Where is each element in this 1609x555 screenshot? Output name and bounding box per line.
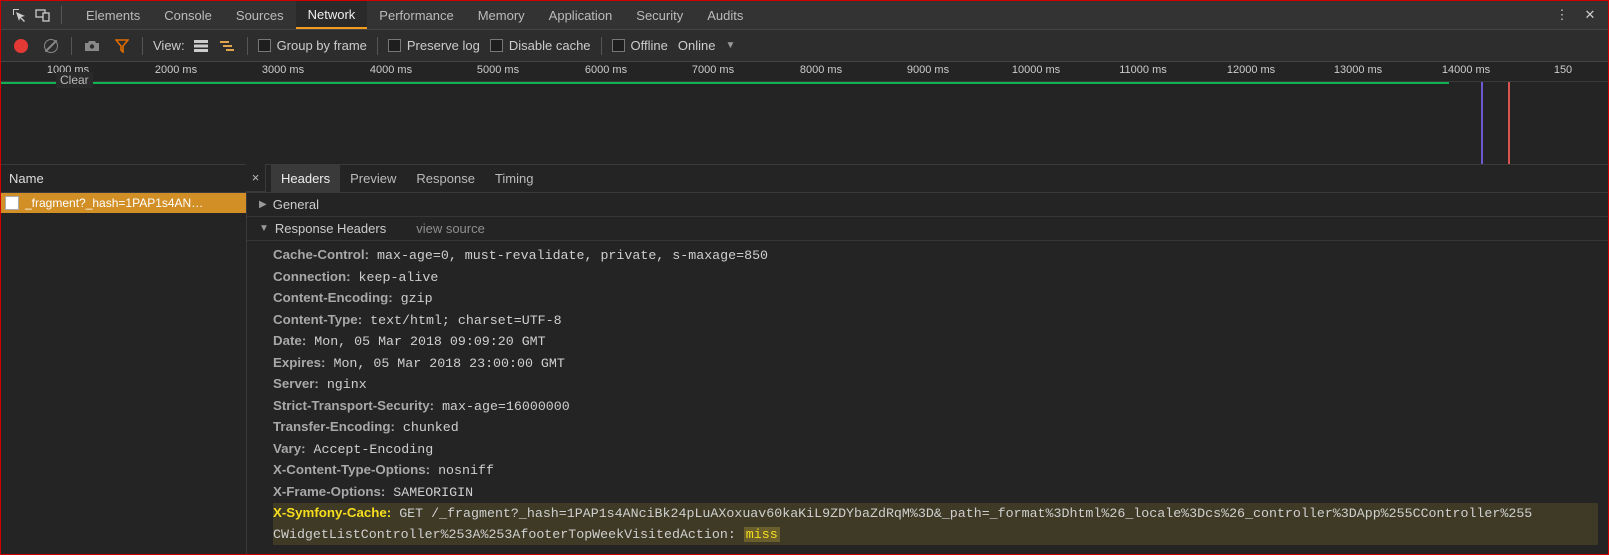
preserve-log-checkbox[interactable]: Preserve log [388, 38, 480, 53]
detail-tabs: HeadersPreviewResponseTiming [247, 165, 1608, 193]
tab-console[interactable]: Console [152, 1, 224, 29]
throttling-select[interactable]: Online ▼ [678, 38, 735, 53]
disclosure-down-icon: ▼ [259, 223, 269, 234]
view-source-link[interactable]: view source [416, 221, 485, 236]
header-row-highlight: CWidgetListController%253A%253AfooterTop… [273, 525, 1598, 546]
network-toolbar: View: Group by frame Preserve log Disabl… [1, 30, 1608, 62]
filter-icon[interactable] [112, 36, 132, 56]
header-row: Strict-Transport-Security: max-age=16000… [273, 396, 1598, 418]
request-row[interactable]: _fragment?_hash=1PAP1s4AN… [1, 193, 246, 213]
panel-tabs: ElementsConsoleSourcesNetworkPerformance… [74, 1, 755, 29]
timeline-tick: 8000 ms [800, 64, 842, 76]
timeline-tick: 14000 ms [1442, 64, 1490, 76]
tab-elements[interactable]: Elements [74, 1, 152, 29]
chevron-down-icon: ▼ [725, 40, 735, 51]
request-name: _fragment?_hash=1PAP1s4AN… [25, 196, 203, 210]
header-row: Content-Type: text/html; charset=UTF-8 [273, 310, 1598, 332]
request-list: Name _fragment?_hash=1PAP1s4AN… [1, 165, 247, 554]
timeline-ruler: 1000 ms2000 ms3000 ms4000 ms5000 ms6000 … [1, 62, 1608, 82]
timeline-tick: 3000 ms [262, 64, 304, 76]
header-row: Content-Encoding: gzip [273, 288, 1598, 310]
header-row: Server: nginx [273, 374, 1598, 396]
header-row: X-Content-Type-Options: nosniff [273, 460, 1598, 482]
timeline-tick: 4000 ms [370, 64, 412, 76]
document-icon [5, 196, 19, 210]
network-main: Name _fragment?_hash=1PAP1s4AN… × Header… [1, 165, 1608, 554]
disable-cache-checkbox[interactable]: Disable cache [490, 38, 591, 53]
timeline-tick: 11000 ms [1119, 64, 1167, 76]
timeline-tick: 2000 ms [155, 64, 197, 76]
timeline-load-bar [1, 82, 1449, 84]
header-row: Date: Mon, 05 Mar 2018 09:09:20 GMT [273, 331, 1598, 353]
timeline-tick: 9000 ms [907, 64, 949, 76]
offline-checkbox[interactable]: Offline [612, 38, 668, 53]
timeline-tick: 5000 ms [477, 64, 519, 76]
timeline-tick: 13000 ms [1334, 64, 1382, 76]
network-timeline[interactable]: 1000 ms2000 ms3000 ms4000 ms5000 ms6000 … [1, 62, 1608, 165]
record-button[interactable] [11, 36, 31, 56]
detail-tab-response[interactable]: Response [406, 165, 485, 192]
clear-button[interactable] [41, 36, 61, 56]
tab-application[interactable]: Application [537, 1, 625, 29]
response-headers-section[interactable]: ▼ Response Headers view source [247, 217, 1608, 241]
waterfall-icon[interactable] [217, 36, 237, 56]
screenshot-icon[interactable] [82, 36, 102, 56]
close-devtools-icon[interactable]: ✕ [1578, 3, 1602, 27]
detail-tab-headers[interactable]: Headers [271, 165, 340, 192]
device-toolbar-icon[interactable] [31, 3, 55, 27]
inspect-icon[interactable] [7, 3, 31, 27]
header-row: X-Frame-Options: SAMEORIGIN [273, 482, 1598, 504]
clear-tooltip: Clear [56, 72, 93, 88]
timeline-tick: 7000 ms [692, 64, 734, 76]
response-headers-list: Cache-Control: max-age=0, must-revalidat… [247, 241, 1608, 554]
general-section[interactable]: ▶ General [247, 193, 1608, 217]
timeline-tick: 10000 ms [1012, 64, 1060, 76]
tab-security[interactable]: Security [624, 1, 695, 29]
devtools-tabstrip: ElementsConsoleSourcesNetworkPerformance… [1, 1, 1608, 30]
header-row-highlight: X-Symfony-Cache: GET /_fragment?_hash=1P… [273, 503, 1598, 525]
large-rows-icon[interactable] [191, 36, 211, 56]
detail-tab-preview[interactable]: Preview [340, 165, 406, 192]
detail-tab-timing[interactable]: Timing [485, 165, 544, 192]
view-label: View: [153, 38, 185, 53]
disclosure-right-icon: ▶ [259, 199, 267, 210]
domcontentloaded-marker [1481, 82, 1483, 164]
timeline-tick: 12000 ms [1227, 64, 1275, 76]
group-by-frame-checkbox[interactable]: Group by frame [258, 38, 367, 53]
tab-sources[interactable]: Sources [224, 1, 296, 29]
tab-performance[interactable]: Performance [367, 1, 465, 29]
timeline-tick: 150 [1554, 64, 1572, 76]
load-marker [1508, 82, 1510, 164]
tab-memory[interactable]: Memory [466, 1, 537, 29]
name-column-header[interactable]: Name [1, 165, 246, 193]
request-detail: × HeadersPreviewResponseTiming ▶ General… [247, 165, 1608, 554]
timeline-tick: 6000 ms [585, 64, 627, 76]
close-detail-icon[interactable]: × [246, 164, 266, 192]
tab-network[interactable]: Network [296, 1, 368, 29]
header-row: Vary: Accept-Encoding [273, 439, 1598, 461]
kebab-menu-icon[interactable]: ⋮ [1550, 3, 1574, 27]
tab-audits[interactable]: Audits [695, 1, 755, 29]
header-row: Transfer-Encoding: chunked [273, 417, 1598, 439]
header-row: Expires: Mon, 05 Mar 2018 23:00:00 GMT [273, 353, 1598, 375]
header-row: Connection: keep-alive [273, 267, 1598, 289]
header-row: Cache-Control: max-age=0, must-revalidat… [273, 245, 1598, 267]
